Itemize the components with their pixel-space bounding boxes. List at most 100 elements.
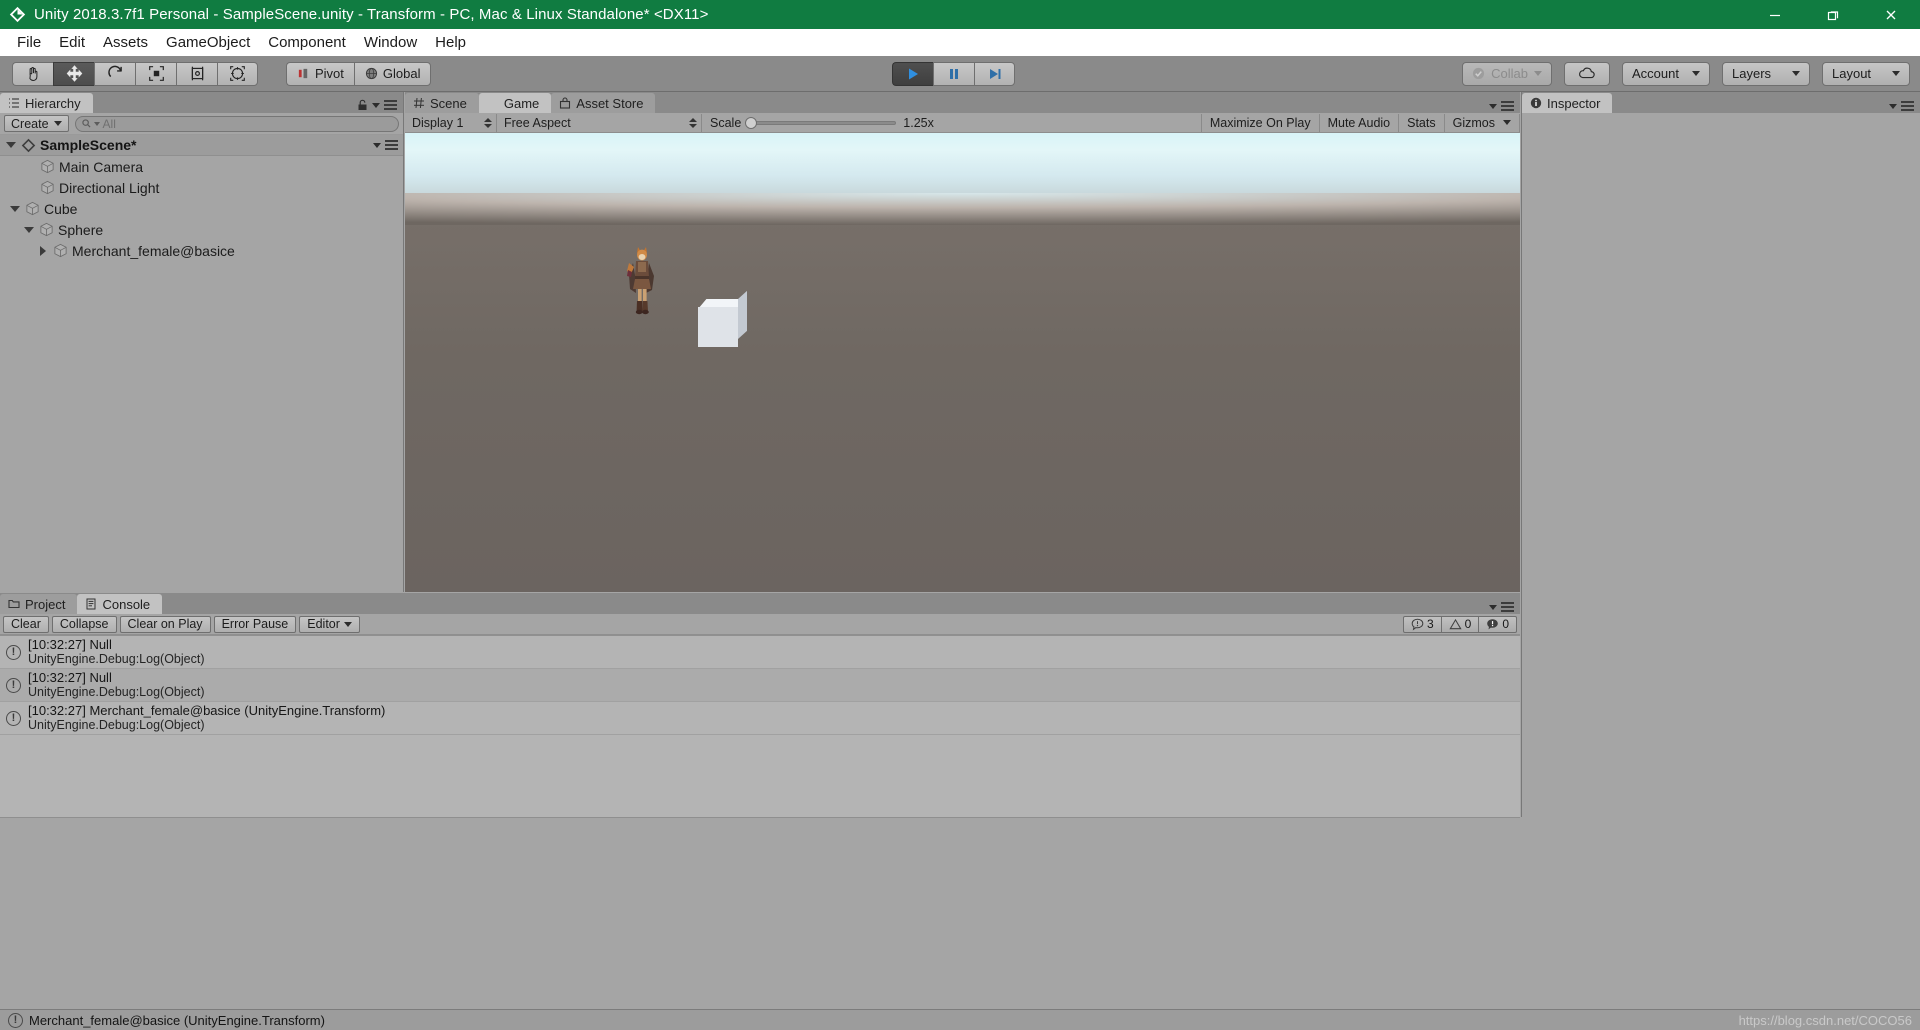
aspect-dropdown[interactable]: Free Aspect xyxy=(497,113,702,132)
transform-tool-button[interactable] xyxy=(217,61,258,86)
panel-menu-icon[interactable] xyxy=(1501,602,1514,612)
close-button[interactable] xyxy=(1862,0,1920,29)
hierarchy-item-cube[interactable]: Cube xyxy=(0,198,403,219)
mute-audio-toggle[interactable]: Mute Audio xyxy=(1318,113,1399,132)
tab-hierarchy-label: Hierarchy xyxy=(25,95,81,111)
console-entry[interactable]: ! [10:32:27] Null UnityEngine.Debug:Log(… xyxy=(0,669,1520,702)
gizmos-dropdown[interactable]: Gizmos xyxy=(1443,113,1520,132)
account-button[interactable]: Account xyxy=(1622,61,1710,86)
collapse-toggle[interactable]: Collapse xyxy=(51,615,117,633)
tab-inspector[interactable]: Inspector xyxy=(1522,93,1613,113)
console-entry[interactable]: ! [10:32:27] Merchant_female@basice (Uni… xyxy=(0,702,1520,735)
global-toggle-button[interactable]: Global xyxy=(353,61,432,86)
skybox xyxy=(405,133,1520,225)
info-bubble-icon xyxy=(1411,618,1424,631)
scale-slider-knob[interactable] xyxy=(745,116,758,129)
hierarchy-item-main-camera[interactable]: Main Camera xyxy=(0,156,403,177)
tab-hierarchy[interactable]: Hierarchy xyxy=(0,93,93,113)
stats-toggle[interactable]: Stats xyxy=(1398,113,1444,132)
tab-game[interactable]: Game xyxy=(478,93,552,113)
console-log-list[interactable]: ! [10:32:27] Null UnityEngine.Debug:Log(… xyxy=(0,635,1520,817)
tab-project[interactable]: Project xyxy=(0,594,78,614)
cube-side-face xyxy=(738,290,747,339)
chevron-down-icon xyxy=(53,121,62,126)
move-tool-button[interactable] xyxy=(53,61,94,86)
display-dropdown[interactable]: Display 1 xyxy=(405,113,497,132)
tab-project-label: Project xyxy=(25,596,66,612)
twisty-sphere[interactable] xyxy=(22,226,35,233)
scene-twisty[interactable] xyxy=(4,142,17,148)
chevron-down-icon[interactable] xyxy=(373,142,381,148)
clear-on-play-toggle[interactable]: Clear on Play xyxy=(119,615,211,633)
create-button[interactable]: Create xyxy=(4,115,69,132)
chevron-down-icon xyxy=(343,621,352,627)
editor-dropdown[interactable]: Editor xyxy=(299,615,360,633)
ground-plane xyxy=(405,201,1520,592)
tab-console[interactable]: Console xyxy=(77,594,163,614)
rect-icon xyxy=(189,65,206,82)
pivot-label: Pivot xyxy=(315,66,344,81)
rotate-tool-button[interactable] xyxy=(94,61,135,86)
globe-icon xyxy=(365,67,378,80)
scale-slider[interactable] xyxy=(745,116,897,129)
cloud-button[interactable] xyxy=(1564,61,1610,86)
hierarchy-item-label: Sphere xyxy=(58,221,104,238)
game-render-canvas[interactable] xyxy=(405,133,1520,592)
hierarchy-item-directional-light[interactable]: Directional Light xyxy=(0,177,403,198)
chevron-down-icon[interactable] xyxy=(1889,103,1897,109)
scene-root-row[interactable]: SampleScene* xyxy=(0,135,403,156)
panel-menu-icon[interactable] xyxy=(1501,101,1514,111)
tab-scene[interactable]: Scene xyxy=(405,93,479,113)
collab-button[interactable]: Collab xyxy=(1462,61,1552,86)
minimize-button[interactable] xyxy=(1746,0,1804,29)
pause-icon xyxy=(946,66,962,82)
menu-edit[interactable]: Edit xyxy=(50,31,94,54)
console-entry-message: [10:32:27] Null xyxy=(28,637,112,652)
menu-help[interactable]: Help xyxy=(426,31,475,54)
console-detail-area xyxy=(0,817,1520,1013)
chevron-down-icon[interactable] xyxy=(1489,103,1497,109)
chevron-down-icon[interactable] xyxy=(372,102,380,108)
tab-asset-store[interactable]: Asset Store xyxy=(551,93,656,113)
pivot-icon xyxy=(297,67,310,80)
restore-button[interactable] xyxy=(1804,0,1862,29)
panel-menu-icon[interactable] xyxy=(1901,101,1914,111)
chevron-down-icon[interactable] xyxy=(1489,604,1497,610)
lock-icon[interactable] xyxy=(357,99,368,111)
panel-menu-icon[interactable] xyxy=(384,100,397,110)
play-button[interactable] xyxy=(892,61,933,86)
pivot-toggle-button[interactable]: Pivot xyxy=(286,61,354,86)
hierarchy-item-sphere[interactable]: Sphere xyxy=(0,219,403,240)
global-label: Global xyxy=(382,66,421,81)
menu-component[interactable]: Component xyxy=(259,31,355,54)
error-count[interactable]: 0 xyxy=(1479,615,1517,633)
scale-tool-button[interactable] xyxy=(135,61,176,86)
scale-label: Scale xyxy=(710,115,742,130)
window-title: Unity 2018.3.7f1 Personal - SampleScene.… xyxy=(34,6,709,23)
hand-tool-button[interactable] xyxy=(12,61,53,86)
clear-button[interactable]: Clear xyxy=(3,615,49,633)
layout-button[interactable]: Layout xyxy=(1822,61,1910,86)
hierarchy-item-merchant-female[interactable]: Merchant_female@basice xyxy=(0,240,403,261)
pause-button[interactable] xyxy=(933,61,974,86)
twisty-cube[interactable] xyxy=(8,205,21,212)
console-entry[interactable]: ! [10:32:27] Null UnityEngine.Debug:Log(… xyxy=(0,636,1520,669)
twisty-merchant[interactable] xyxy=(36,245,49,256)
console-entry-text: [10:32:27] Null UnityEngine.Debug:Log(Ob… xyxy=(28,637,205,667)
hierarchy-search-input[interactable]: All xyxy=(74,115,399,132)
menu-assets[interactable]: Assets xyxy=(94,31,157,54)
tab-game-label: Game xyxy=(503,95,540,111)
maximize-on-play-toggle[interactable]: Maximize On Play xyxy=(1200,113,1319,132)
menu-file[interactable]: File xyxy=(8,31,50,54)
layers-button[interactable]: Layers xyxy=(1722,61,1810,86)
window-controls xyxy=(1746,0,1920,29)
step-button[interactable] xyxy=(974,61,1015,86)
console-entry-stack: UnityEngine.Debug:Log(Object) xyxy=(28,652,205,666)
error-pause-toggle[interactable]: Error Pause xyxy=(213,615,297,633)
rect-tool-button[interactable] xyxy=(176,61,217,86)
info-count[interactable]: 3 xyxy=(1402,615,1442,633)
menu-window[interactable]: Window xyxy=(355,31,426,54)
warning-count[interactable]: 0 xyxy=(1441,615,1480,633)
scene-menu-icon[interactable] xyxy=(385,140,398,150)
menu-gameobject[interactable]: GameObject xyxy=(157,31,259,54)
